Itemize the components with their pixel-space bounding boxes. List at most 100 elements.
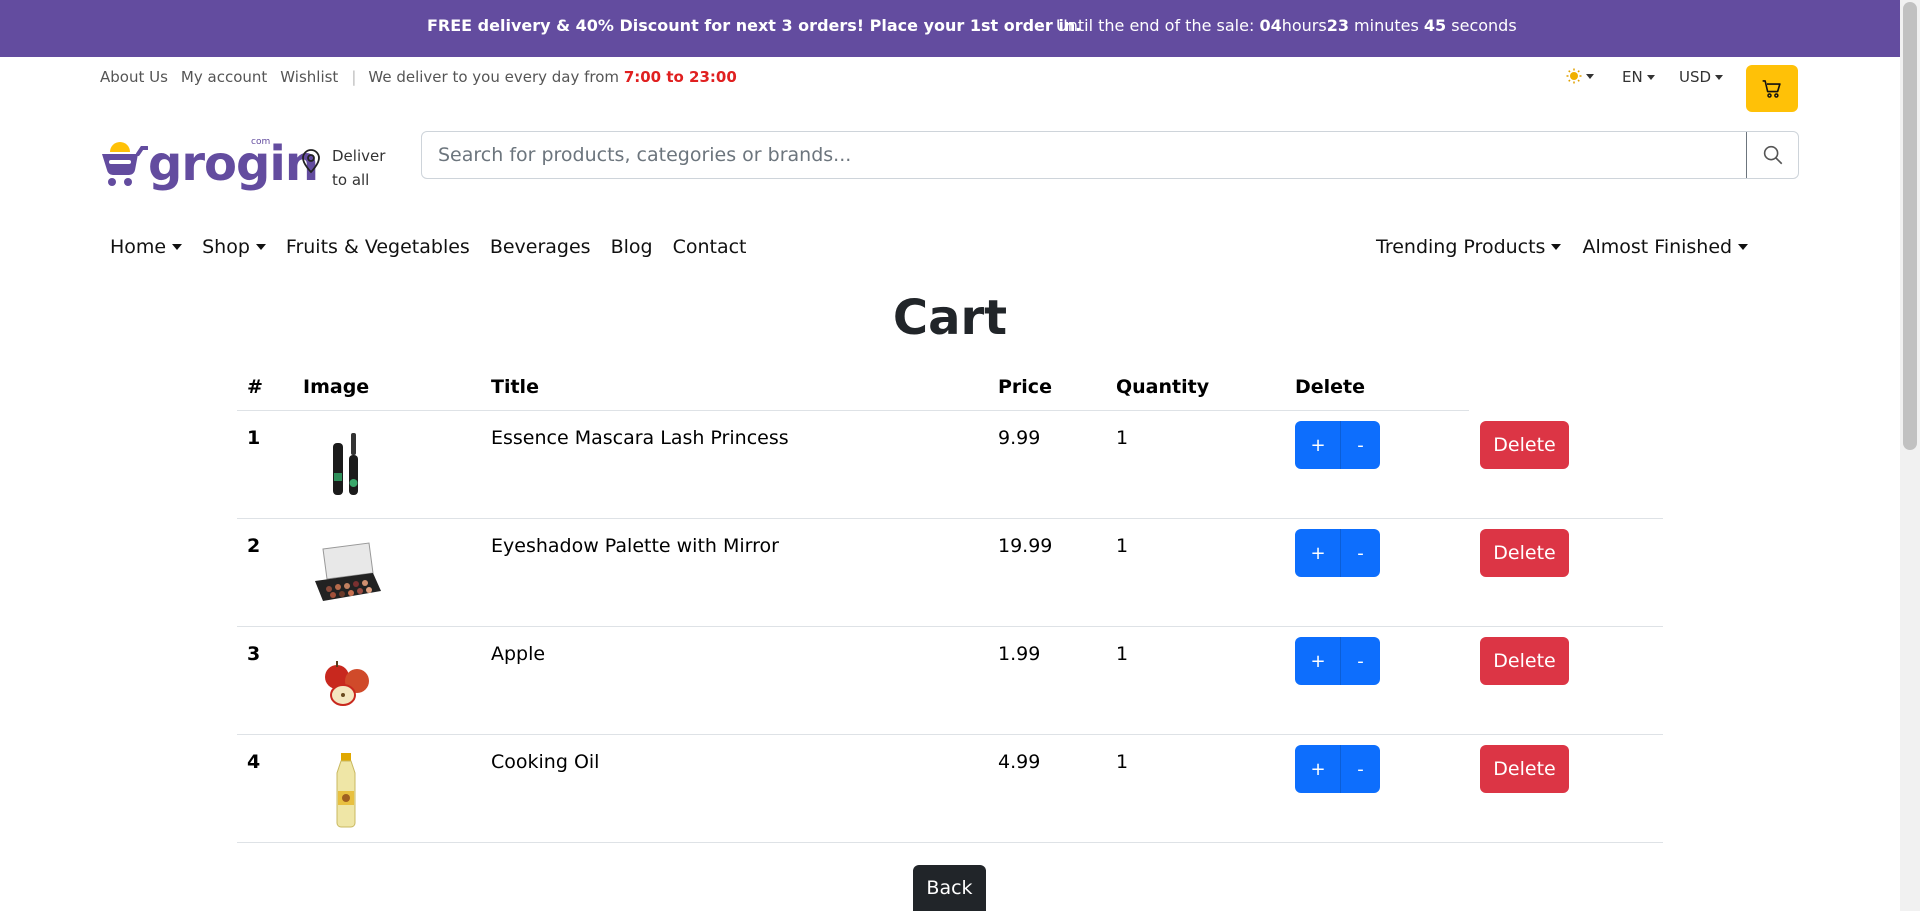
product-title: Cooking Oil bbox=[491, 751, 600, 773]
product-price: 4.99 bbox=[998, 751, 1041, 773]
eyeshadow-palette-image bbox=[315, 542, 381, 601]
deliver-text: Deliver to all bbox=[332, 144, 385, 192]
currency-dropdown[interactable]: USD bbox=[1679, 68, 1724, 86]
table-header: # Image Title Price Quantity Delete bbox=[237, 366, 1469, 411]
chevron-down-icon bbox=[1646, 74, 1655, 80]
main-nav: Home Shop Fruits & Vegetables Beverages … bbox=[110, 236, 767, 258]
back-button[interactable]: Back bbox=[913, 865, 986, 911]
divider: | bbox=[351, 68, 357, 86]
increase-quantity-button[interactable]: + bbox=[1295, 637, 1341, 685]
page: FREE delivery & 40% Discount for next 3 … bbox=[0, 0, 1920, 911]
product-quantity: 1 bbox=[1116, 427, 1129, 449]
search-button[interactable] bbox=[1746, 132, 1798, 178]
apple-image bbox=[325, 661, 369, 706]
chevron-down-icon bbox=[1586, 73, 1594, 79]
mascara-image bbox=[333, 433, 358, 495]
decrease-quantity-button[interactable]: - bbox=[1340, 529, 1380, 577]
sale-countdown: Until the end of the sale: 04hours23 min… bbox=[1056, 16, 1517, 35]
theme-dropdown[interactable] bbox=[1566, 68, 1594, 84]
product-title: Essence Mascara Lash Princess bbox=[491, 427, 789, 449]
nav-contact[interactable]: Contact bbox=[673, 236, 747, 258]
countdown-minutes: 23 bbox=[1326, 16, 1349, 35]
logo[interactable]: grogin com bbox=[98, 136, 319, 192]
sun-icon bbox=[1566, 68, 1582, 84]
secondary-nav: Trending Products Almost Finished bbox=[1376, 236, 1769, 258]
nav-trending-products[interactable]: Trending Products bbox=[1376, 236, 1562, 258]
chevron-down-icon bbox=[1715, 74, 1724, 80]
delete-button[interactable]: Delete bbox=[1480, 529, 1569, 577]
decrease-quantity-button[interactable]: - bbox=[1340, 637, 1380, 685]
increase-quantity-button[interactable]: + bbox=[1295, 421, 1341, 469]
chevron-down-icon bbox=[1551, 244, 1562, 250]
product-title: Eyeshadow Palette with Mirror bbox=[491, 535, 779, 557]
location-pin-icon bbox=[302, 149, 320, 174]
increase-quantity-button[interactable]: + bbox=[1295, 529, 1341, 577]
logo-text: grogin bbox=[148, 136, 319, 192]
my-account-link[interactable]: My account bbox=[181, 68, 267, 86]
nav-home[interactable]: Home bbox=[110, 236, 183, 258]
language-value: EN bbox=[1622, 68, 1643, 86]
product-quantity: 1 bbox=[1116, 751, 1129, 773]
search-icon bbox=[1763, 145, 1782, 165]
header-price: Price bbox=[998, 376, 1052, 398]
header-delete: Delete bbox=[1295, 376, 1366, 398]
product-quantity: 1 bbox=[1116, 535, 1129, 557]
countdown-hours: 04 bbox=[1259, 16, 1282, 35]
product-price: 19.99 bbox=[998, 535, 1053, 557]
decrease-quantity-button[interactable]: - bbox=[1340, 745, 1380, 793]
increase-quantity-button[interactable]: + bbox=[1295, 745, 1341, 793]
cart-table: # Image Title Price Quantity Delete 1 Es… bbox=[237, 366, 1663, 843]
countdown-seconds: 45 bbox=[1423, 16, 1447, 35]
seconds-label: seconds bbox=[1451, 16, 1517, 35]
header-number: # bbox=[247, 376, 263, 398]
header-title: Title bbox=[491, 376, 539, 398]
product-price: 9.99 bbox=[998, 427, 1041, 449]
header-image: Image bbox=[303, 376, 370, 398]
row-number: 1 bbox=[247, 427, 261, 449]
promo-bar: FREE delivery & 40% Discount for next 3 … bbox=[0, 0, 1900, 57]
deliver-line-2: to all bbox=[332, 171, 370, 189]
nav-shop[interactable]: Shop bbox=[202, 236, 266, 258]
chevron-down-icon bbox=[172, 244, 183, 250]
utility-links: About Us My account Wishlist | We delive… bbox=[100, 68, 737, 86]
chevron-down-icon bbox=[1738, 244, 1749, 250]
about-us-link[interactable]: About Us bbox=[100, 68, 168, 86]
hours-label: hours bbox=[1281, 16, 1327, 35]
wishlist-link[interactable]: Wishlist bbox=[280, 68, 338, 86]
nav-blog[interactable]: Blog bbox=[611, 236, 653, 258]
nav-fruits-vegetables[interactable]: Fruits & Vegetables bbox=[286, 236, 470, 258]
cart-button[interactable] bbox=[1746, 65, 1798, 112]
search-bar bbox=[421, 131, 1799, 179]
product-title: Apple bbox=[491, 643, 546, 665]
delete-button[interactable]: Delete bbox=[1480, 637, 1569, 685]
scrollbar-thumb[interactable] bbox=[1903, 2, 1917, 450]
nav-almost-finished[interactable]: Almost Finished bbox=[1582, 236, 1749, 258]
table-row: 1 Essence Mascara Lash Princess 9.99 1 +… bbox=[237, 411, 1663, 519]
nav-beverages[interactable]: Beverages bbox=[490, 236, 591, 258]
nav-almost-finished-label: Almost Finished bbox=[1582, 236, 1733, 258]
cooking-oil-image bbox=[336, 753, 356, 828]
delivery-hours: 7:00 to 23:00 bbox=[623, 68, 737, 86]
page-title: Cart bbox=[892, 290, 1008, 346]
delete-button[interactable]: Delete bbox=[1480, 421, 1569, 469]
row-number: 2 bbox=[247, 535, 261, 557]
language-dropdown[interactable]: EN bbox=[1622, 68, 1655, 86]
nav-shop-label: Shop bbox=[202, 236, 250, 258]
delivery-text: We deliver to you every day from bbox=[368, 68, 620, 86]
scrollbar[interactable] bbox=[1900, 0, 1920, 911]
minutes-label: minutes bbox=[1354, 16, 1419, 35]
cart-icon bbox=[1762, 79, 1781, 98]
nav-home-label: Home bbox=[110, 236, 167, 258]
deliver-location[interactable]: Deliver to all bbox=[300, 144, 385, 192]
table-row: 3 Apple 1.99 1 + - Delete bbox=[237, 627, 1663, 735]
search-input[interactable] bbox=[422, 132, 1746, 178]
delete-button[interactable]: Delete bbox=[1480, 745, 1569, 793]
product-price: 1.99 bbox=[998, 643, 1041, 665]
header-quantity: Quantity bbox=[1116, 376, 1210, 398]
decrease-quantity-button[interactable]: - bbox=[1340, 421, 1380, 469]
table-row: 2 Eyeshadow Palette with Mirror 19.99 1 … bbox=[237, 519, 1663, 627]
product-quantity: 1 bbox=[1116, 643, 1129, 665]
row-number: 4 bbox=[247, 751, 261, 773]
row-number: 3 bbox=[247, 643, 261, 665]
promo-text: FREE delivery & 40% Discount for next 3 … bbox=[427, 16, 1082, 35]
